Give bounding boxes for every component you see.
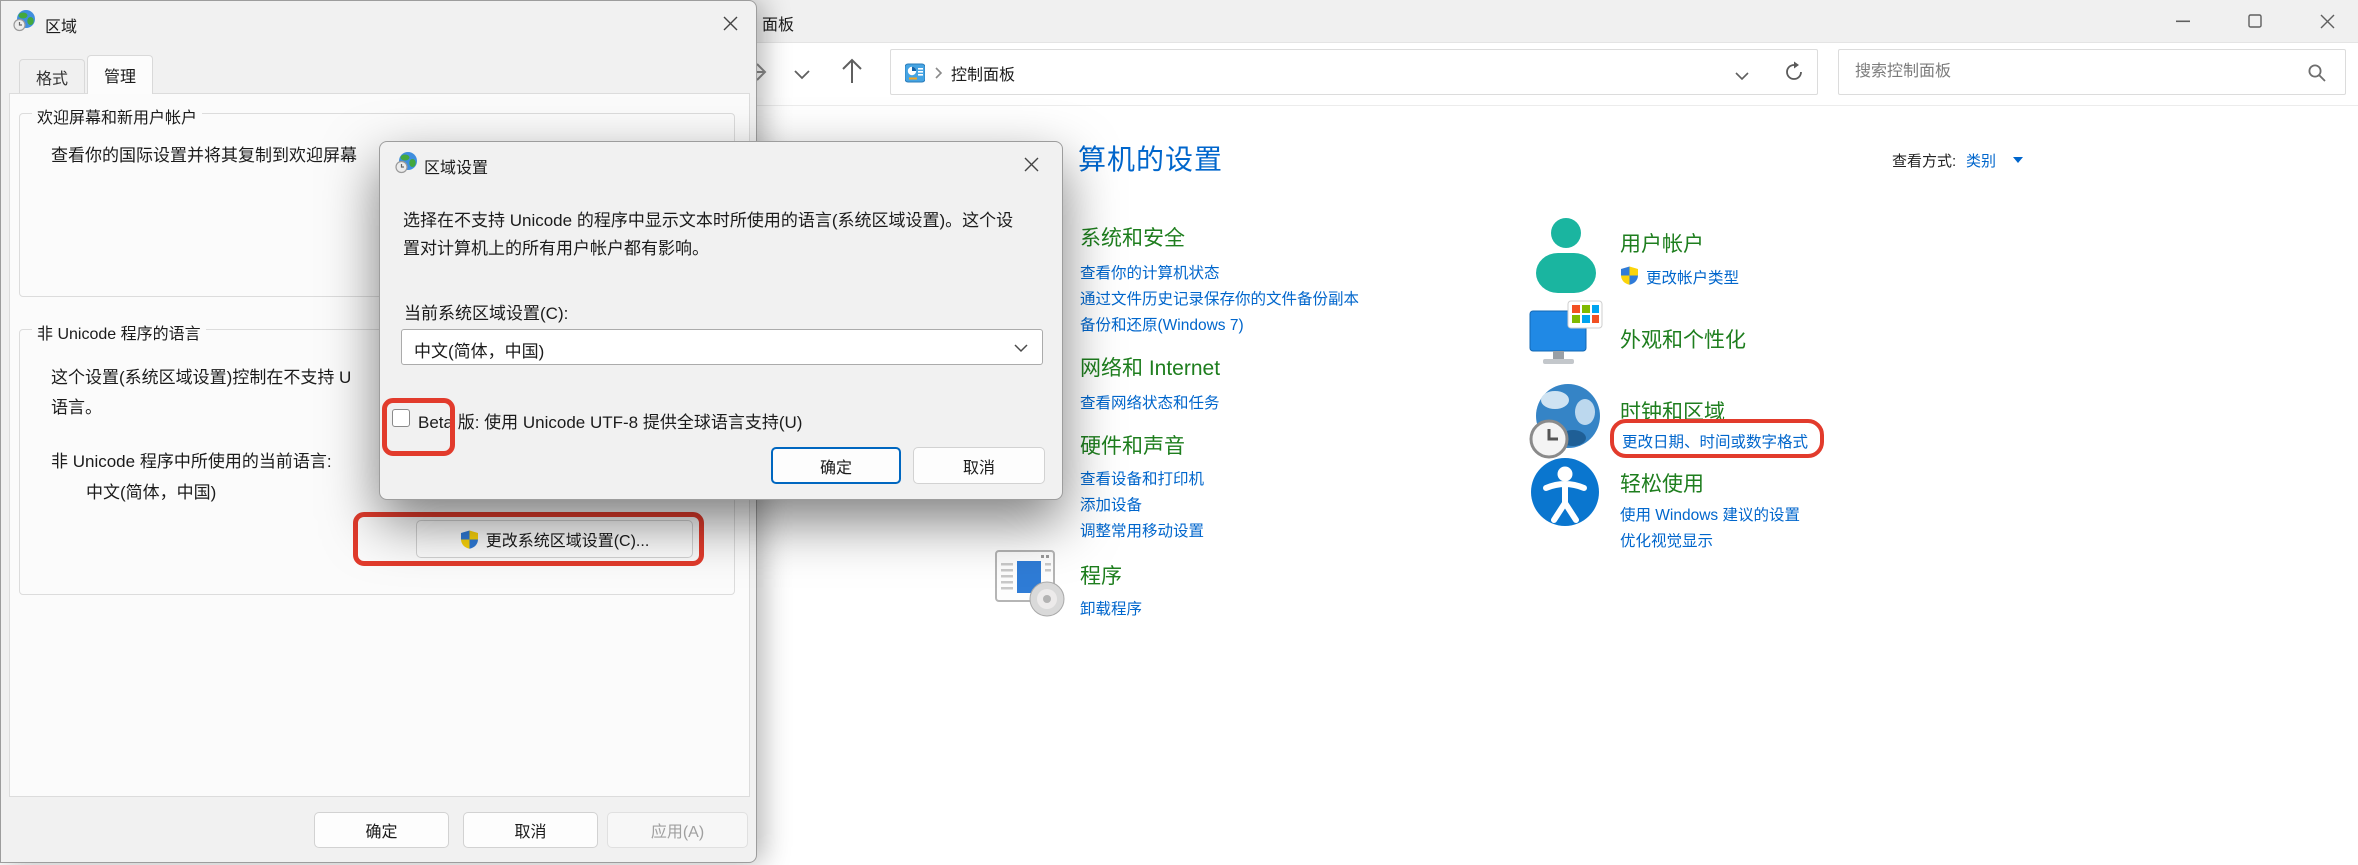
uac-shield-icon xyxy=(1620,266,1639,285)
region-apply-button[interactable]: 应用(A) xyxy=(607,812,748,848)
link-computer-status[interactable]: 查看你的计算机状态 xyxy=(1080,261,1220,283)
user-accounts-icon[interactable] xyxy=(1528,214,1604,299)
region-settings-dialog: 区域设置 选择在不支持 Unicode 的程序中显示文本时所使用的语言(系统区域… xyxy=(379,141,1063,500)
view-by-value[interactable]: 类别 xyxy=(1966,150,1996,171)
region-globe-icon xyxy=(395,151,419,175)
view-by-caret-icon xyxy=(2013,157,2023,163)
settings-desc-line2: 置对计算机上的所有用户帐户都有影响。 xyxy=(403,234,709,259)
appearance-icon[interactable] xyxy=(1528,299,1606,382)
close-icon xyxy=(1024,157,1039,172)
minimize-button[interactable] xyxy=(2160,0,2206,42)
settings-ok-button[interactable]: 确定 xyxy=(771,447,901,484)
address-bar[interactable]: 控制面板 xyxy=(890,49,1818,95)
settings-cancel-button[interactable]: 取消 xyxy=(913,447,1045,484)
tab-format-label: 格式 xyxy=(36,65,68,89)
uac-shield-icon xyxy=(460,530,479,549)
link-mobility-settings[interactable]: 调整常用移动设置 xyxy=(1080,519,1204,541)
current-language-value: 中文(简体，中国) xyxy=(86,478,216,503)
breadcrumb-chevron-icon xyxy=(935,67,943,79)
history-dropdown-button[interactable] xyxy=(794,67,810,85)
system-locale-select[interactable]: 中文(简体，中国) xyxy=(401,329,1043,365)
link-suggested-settings[interactable]: 使用 Windows 建议的设置 xyxy=(1620,503,1800,525)
view-by-label: 查看方式: xyxy=(1892,150,1956,171)
link-add-device[interactable]: 添加设备 xyxy=(1080,493,1142,515)
close-button[interactable] xyxy=(2304,0,2350,42)
region-cancel-button[interactable]: 取消 xyxy=(463,812,598,848)
category-programs[interactable]: 程序 xyxy=(1080,560,1122,590)
non-unicode-groupbox-label: 非 Unicode 程序的语言 xyxy=(32,320,206,344)
non-unicode-desc-line2: 语言。 xyxy=(51,393,102,418)
screen: 面板 xyxy=(0,0,2358,865)
link-change-account-type[interactable]: 更改帐户类型 xyxy=(1646,266,1739,288)
welcome-screen-description: 查看你的国际设置并将其复制到欢迎屏幕 xyxy=(51,141,357,166)
refresh-icon xyxy=(1783,61,1805,83)
tab-administrative[interactable]: 管理 xyxy=(87,55,153,94)
maximize-button[interactable] xyxy=(2232,0,2278,42)
beta-utf8-checkbox[interactable] xyxy=(392,409,410,427)
change-system-locale-button[interactable]: 更改系统区域设置(C)... xyxy=(416,520,693,558)
link-uninstall-program[interactable]: 卸载程序 xyxy=(1080,597,1142,619)
chevron-down-icon xyxy=(1014,344,1028,353)
non-unicode-desc-line1: 这个设置(系统区域设置)控制在不支持 U xyxy=(51,363,351,388)
category-system-security[interactable]: 系统和安全 xyxy=(1080,222,1185,252)
link-optimize-visual[interactable]: 优化视觉显示 xyxy=(1620,529,1713,551)
region-dialog-close-button[interactable] xyxy=(713,9,747,37)
up-button[interactable] xyxy=(840,57,864,90)
search-box xyxy=(1838,49,2346,95)
ease-of-access-icon[interactable] xyxy=(1528,454,1604,537)
welcome-screen-groupbox-label: 欢迎屏幕和新用户帐户 xyxy=(32,104,202,128)
settings-dialog-close-button[interactable] xyxy=(1014,150,1048,178)
maximize-icon xyxy=(2248,14,2262,28)
link-devices-printers[interactable]: 查看设备和打印机 xyxy=(1080,467,1204,489)
link-file-history[interactable]: 通过文件历史记录保存你的文件备份副本 xyxy=(1080,287,1359,309)
page-title: 算机的设置 xyxy=(1078,138,1223,178)
category-user-accounts[interactable]: 用户帐户 xyxy=(1620,228,1704,258)
close-icon xyxy=(723,16,738,31)
category-appearance[interactable]: 外观和个性化 xyxy=(1620,324,1746,354)
search-icon[interactable] xyxy=(2307,63,2327,83)
link-network-status[interactable]: 查看网络状态和任务 xyxy=(1080,391,1220,413)
refresh-button[interactable] xyxy=(1783,61,1805,88)
link-change-date-time-format[interactable]: 更改日期、时间或数字格式 xyxy=(1622,430,1808,452)
tab-administrative-label: 管理 xyxy=(104,63,136,87)
close-icon xyxy=(2320,14,2335,29)
settings-dialog-title: 区域设置 xyxy=(424,154,488,178)
current-language-label: 非 Unicode 程序中所使用的当前语言: xyxy=(51,447,332,472)
address-dropdown-button[interactable] xyxy=(1735,68,1749,86)
breadcrumb[interactable]: 控制面板 xyxy=(951,61,1015,85)
beta-utf8-label[interactable]: Beta 版: 使用 Unicode UTF-8 提供全球语言支持(U) xyxy=(418,408,802,433)
cp-window-title: 面板 xyxy=(762,11,794,35)
change-system-locale-label: 更改系统区域设置(C)... xyxy=(486,527,650,551)
category-clock-region[interactable]: 时钟和区域 xyxy=(1620,396,1725,426)
tab-format[interactable]: 格式 xyxy=(19,59,85,93)
region-globe-icon xyxy=(13,9,37,33)
settings-dialog-titlebar: 区域设置 xyxy=(380,142,1062,184)
programs-icon[interactable] xyxy=(993,543,1071,626)
link-backup-restore[interactable]: 备份和还原(Windows 7) xyxy=(1080,313,1244,335)
region-ok-button[interactable]: 确定 xyxy=(314,812,449,848)
chevron-down-icon xyxy=(794,70,810,80)
chevron-down-icon xyxy=(1735,72,1749,81)
region-dialog-title: 区域 xyxy=(45,13,77,37)
system-locale-value: 中文(简体，中国) xyxy=(414,337,544,362)
region-dialog-titlebar: 区域 xyxy=(1,1,756,43)
current-locale-label: 当前系统区域设置(C): xyxy=(404,299,568,324)
category-ease-of-access[interactable]: 轻松使用 xyxy=(1620,468,1704,498)
category-network-internet[interactable]: 网络和 Internet xyxy=(1080,352,1220,382)
minimize-icon xyxy=(2176,20,2190,23)
up-arrow-icon xyxy=(840,57,864,85)
search-input[interactable] xyxy=(1853,51,2297,93)
category-hardware-sound[interactable]: 硬件和声音 xyxy=(1080,430,1185,460)
settings-desc-line1: 选择在不支持 Unicode 的程序中显示文本时所使用的语言(系统区域设置)。这… xyxy=(403,206,1013,231)
control-panel-icon xyxy=(905,63,925,83)
